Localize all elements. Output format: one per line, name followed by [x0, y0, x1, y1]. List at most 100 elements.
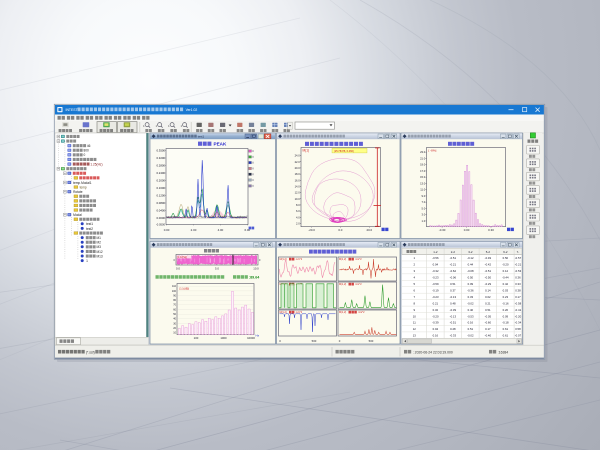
- svg-text:temp: temp: [80, 185, 87, 189]
- svg-text:0.03: 0.03: [503, 288, 509, 292]
- svg-text:0.51: 0.51: [468, 327, 474, 331]
- svg-text:-0.33: -0.33: [450, 334, 457, 338]
- svg-text:0.0000: 0.0000: [156, 216, 165, 220]
- svg-text:-0.07: -0.07: [515, 334, 522, 338]
- svg-text:-0.30: -0.30: [439, 228, 446, 232]
- svg-text:m/s^2: m/s^2: [355, 283, 362, 286]
- svg-text:1: 1: [86, 259, 88, 263]
- svg-text:m/s^2: m/s^2: [296, 258, 303, 261]
- svg-text:-0.39: -0.39: [450, 308, 457, 312]
- svg-text:11: 11: [413, 321, 416, 325]
- svg-text:Rotate: Rotate: [73, 190, 83, 194]
- svg-text:Modal: Modal: [73, 213, 82, 217]
- svg-text:-0.20: -0.20: [502, 263, 509, 267]
- svg-text:5.0: 5.0: [215, 267, 219, 271]
- svg-text:23.0: 23.0: [420, 150, 426, 154]
- svg-text:[ -8%]: [ -8%]: [429, 149, 437, 153]
- svg-text:temp.Modal1: temp.Modal1: [73, 181, 92, 185]
- svg-text:M3: M3: [96, 245, 101, 249]
- svg-text:M2: M2: [96, 241, 101, 245]
- svg-text:0.38: 0.38: [515, 288, 521, 292]
- svg-text:11.0: 11.0: [420, 188, 426, 192]
- svg-text:6-2: 6-2: [503, 250, 508, 254]
- svg-text:-0.13: -0.13: [450, 314, 457, 318]
- svg-text:0.3500: 0.3500: [156, 149, 165, 153]
- svg-text:2.0: 2.0: [296, 221, 300, 225]
- svg-text:0.36: 0.36: [515, 276, 521, 280]
- svg-text:0.58: 0.58: [515, 327, 521, 331]
- svg-text:0.12: 0.12: [503, 269, 509, 273]
- svg-text:0.32: 0.32: [433, 308, 439, 312]
- svg-text:M(1,2): M(1,2): [339, 311, 346, 314]
- svg-text:-0.21: -0.21: [450, 263, 457, 267]
- svg-text:: 2020-06-24 22:03:19.000: : 2020-06-24 22:03:19.000: [413, 350, 453, 354]
- svg-text::16384: :16384: [498, 350, 508, 354]
- svg-text:-0.23: -0.23: [432, 276, 439, 280]
- svg-text:0.21: 0.21: [485, 301, 491, 305]
- svg-text:0.2000: 0.2000: [156, 179, 165, 183]
- svg-text:-0.02: -0.02: [467, 301, 474, 305]
- svg-text:12.0: 12.0: [295, 191, 301, 195]
- svg-text:-0.08: -0.08: [467, 269, 474, 273]
- svg-text:-0.50: -0.50: [485, 276, 492, 280]
- svg-text:-0.32: -0.32: [432, 269, 439, 273]
- svg-text:-0.36: -0.36: [467, 288, 474, 292]
- svg-text:0.09: 0.09: [503, 314, 509, 318]
- svg-text:7.0: 7.0: [422, 200, 426, 204]
- svg-text:-0.41: -0.41: [515, 308, 522, 312]
- svg-text:8.0: 8.0: [296, 203, 300, 207]
- svg-text:-0.20: -0.20: [515, 314, 522, 318]
- svg-text:10.0: 10.0: [295, 197, 301, 201]
- svg-text:10.0: 10.0: [253, 267, 259, 271]
- svg-text:16.0: 16.0: [295, 178, 301, 182]
- svg-text:14.0: 14.0: [295, 184, 301, 188]
- svg-text:-0.39: -0.39: [432, 321, 439, 325]
- svg-text:-0.06: -0.06: [450, 276, 457, 280]
- svg-text:2-2: 2-2: [451, 250, 456, 254]
- svg-text:-0.57: -0.57: [515, 256, 522, 260]
- svg-text:0.33: 0.33: [515, 282, 521, 286]
- svg-text:3-2: 3-2: [468, 250, 473, 254]
- svg-text:1.0: 1.0: [422, 219, 426, 223]
- svg-text:0.40: 0.40: [468, 308, 474, 312]
- svg-text:-0.05: -0.05: [485, 314, 492, 318]
- svg-text:-0.60: -0.60: [485, 321, 492, 325]
- svg-text:0.30: 0.30: [488, 228, 494, 232]
- svg-text:-0.20: -0.20: [432, 314, 439, 318]
- svg-text:-0.42: -0.42: [485, 263, 492, 267]
- svg-text:Ver1.02: Ver1.02: [186, 108, 198, 112]
- svg-text:10000: 10000: [247, 336, 255, 340]
- svg-text:0.21: 0.21: [433, 301, 439, 305]
- svg-text:19.0: 19.0: [420, 163, 426, 167]
- svg-text:0.17: 0.17: [485, 327, 491, 331]
- svg-text:-0.29: -0.29: [485, 282, 492, 286]
- svg-text::89.64: :89.64: [249, 276, 260, 280]
- svg-text:0.42: 0.42: [503, 282, 509, 286]
- svg-text:3.0: 3.0: [422, 213, 426, 217]
- svg-text:-0.40: -0.40: [485, 334, 492, 338]
- svg-text:-0.23: -0.23: [432, 295, 439, 299]
- svg-text:-0.51: -0.51: [450, 321, 457, 325]
- svg-text:(*.ssf): (*.ssf): [86, 350, 95, 354]
- svg-text:21.0: 21.0: [420, 156, 426, 160]
- svg-text:0.1600: 0.1600: [156, 186, 165, 190]
- svg-text:110: 110: [172, 285, 177, 288]
- svg-text:0.00: 0.00: [164, 228, 170, 232]
- svg-text:12: 12: [413, 327, 417, 331]
- svg-text:M1: M1: [96, 236, 101, 240]
- svg-text:-20.0: -20.0: [308, 228, 315, 232]
- svg-text:100: 100: [172, 290, 177, 293]
- svg-text:4.0: 4.0: [296, 215, 300, 219]
- svg-text:100: 100: [194, 336, 199, 340]
- svg-text:0.00: 0.00: [464, 228, 470, 232]
- svg-text:-0.13: -0.13: [450, 295, 457, 299]
- svg-text:PEAK: PEAK: [214, 142, 227, 147]
- svg-text:0.23: 0.23: [503, 295, 509, 299]
- svg-text:(25.78478, 6.466): (25.78478, 6.466): [334, 150, 354, 153]
- svg-text:0.2400: 0.2400: [156, 171, 165, 175]
- svg-text:-0.56: -0.56: [432, 256, 439, 260]
- svg-text:-0.12: -0.12: [467, 256, 474, 260]
- svg-text:-0.21: -0.21: [515, 263, 522, 267]
- svg-text:0.48: 0.48: [450, 301, 456, 305]
- svg-text:0.09: 0.09: [468, 282, 474, 286]
